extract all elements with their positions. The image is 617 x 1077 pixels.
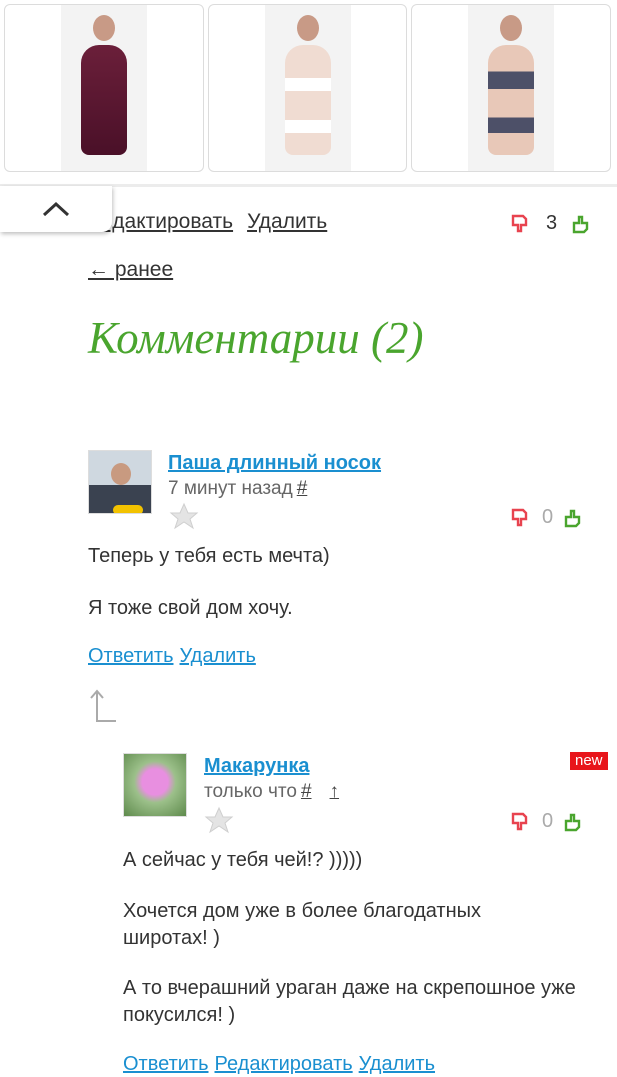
new-badge: new xyxy=(570,752,608,770)
delete-link[interactable]: Удалить xyxy=(359,1053,435,1075)
permalink[interactable]: # xyxy=(297,478,308,499)
comment-text: Я тоже свой дом хочу. xyxy=(88,597,293,619)
thumbs-down-icon[interactable] xyxy=(510,507,532,529)
avatar[interactable] xyxy=(123,753,187,817)
reply-arrow-icon[interactable] xyxy=(88,688,118,724)
star-icon[interactable] xyxy=(204,806,234,834)
comment-actions: Ответить Редактировать Удалить xyxy=(123,1053,441,1076)
comment-text: А то вчерашний ураган даже на скрепошное… xyxy=(123,977,576,1026)
thumbs-up-icon[interactable] xyxy=(563,811,585,833)
thumbs-down-icon[interactable] xyxy=(510,213,532,235)
comment-author-link[interactable]: Паша длинный носок xyxy=(168,452,381,475)
star-icon[interactable] xyxy=(169,502,199,530)
comments-title: Комментарии (2) xyxy=(88,313,424,363)
edit-link[interactable]: Редактировать xyxy=(215,1053,353,1075)
product-strip xyxy=(0,0,617,178)
vote-count: 3 xyxy=(546,212,558,234)
vote-count: 0 xyxy=(542,810,554,832)
product-card-robe[interactable] xyxy=(4,4,204,172)
comment-time: 7 минут назад xyxy=(168,478,293,499)
comment-vote: 0 xyxy=(510,506,585,529)
delete-link[interactable]: Удалить xyxy=(180,645,256,667)
comment-text: Хочется дом уже в более благодатных широ… xyxy=(123,900,481,949)
comment-meta: только что # ↑ xyxy=(204,781,339,803)
product-photo xyxy=(264,5,351,171)
post-vote: 3 xyxy=(510,212,593,235)
product-card-lace-lingerie[interactable] xyxy=(411,4,612,172)
back-link[interactable]: ← ранее xyxy=(88,258,173,282)
comment-meta: 7 минут назад # xyxy=(168,478,307,500)
comment-text: Теперь у тебя есть мечта) xyxy=(88,545,330,567)
chevron-up-icon xyxy=(42,201,70,217)
post-actions: Редактировать Удалить xyxy=(88,210,341,234)
vote-count: 0 xyxy=(542,506,554,528)
reply-link[interactable]: Ответить xyxy=(88,645,174,667)
avatar[interactable] xyxy=(88,450,152,514)
comment-vote: 0 xyxy=(510,810,585,833)
thumbs-up-icon[interactable] xyxy=(571,213,593,235)
product-photo xyxy=(468,5,555,171)
thumbs-down-icon[interactable] xyxy=(510,811,532,833)
product-photo xyxy=(60,5,147,171)
comment-author-link[interactable]: Макарунка xyxy=(204,755,309,778)
comment-actions: Ответить Удалить xyxy=(88,645,262,668)
thumbs-up-icon[interactable] xyxy=(563,507,585,529)
delete-post-link[interactable]: Удалить xyxy=(247,210,327,233)
product-card-white-lingerie[interactable] xyxy=(207,4,408,172)
parent-comment-link[interactable]: ↑ xyxy=(330,781,340,802)
comment-text: А сейчас у тебя чей!? ))))) xyxy=(123,849,363,871)
reply-link[interactable]: Ответить xyxy=(123,1053,209,1075)
collapse-button[interactable] xyxy=(0,186,112,232)
permalink[interactable]: # xyxy=(301,781,312,802)
comment-time: только что xyxy=(204,781,297,802)
